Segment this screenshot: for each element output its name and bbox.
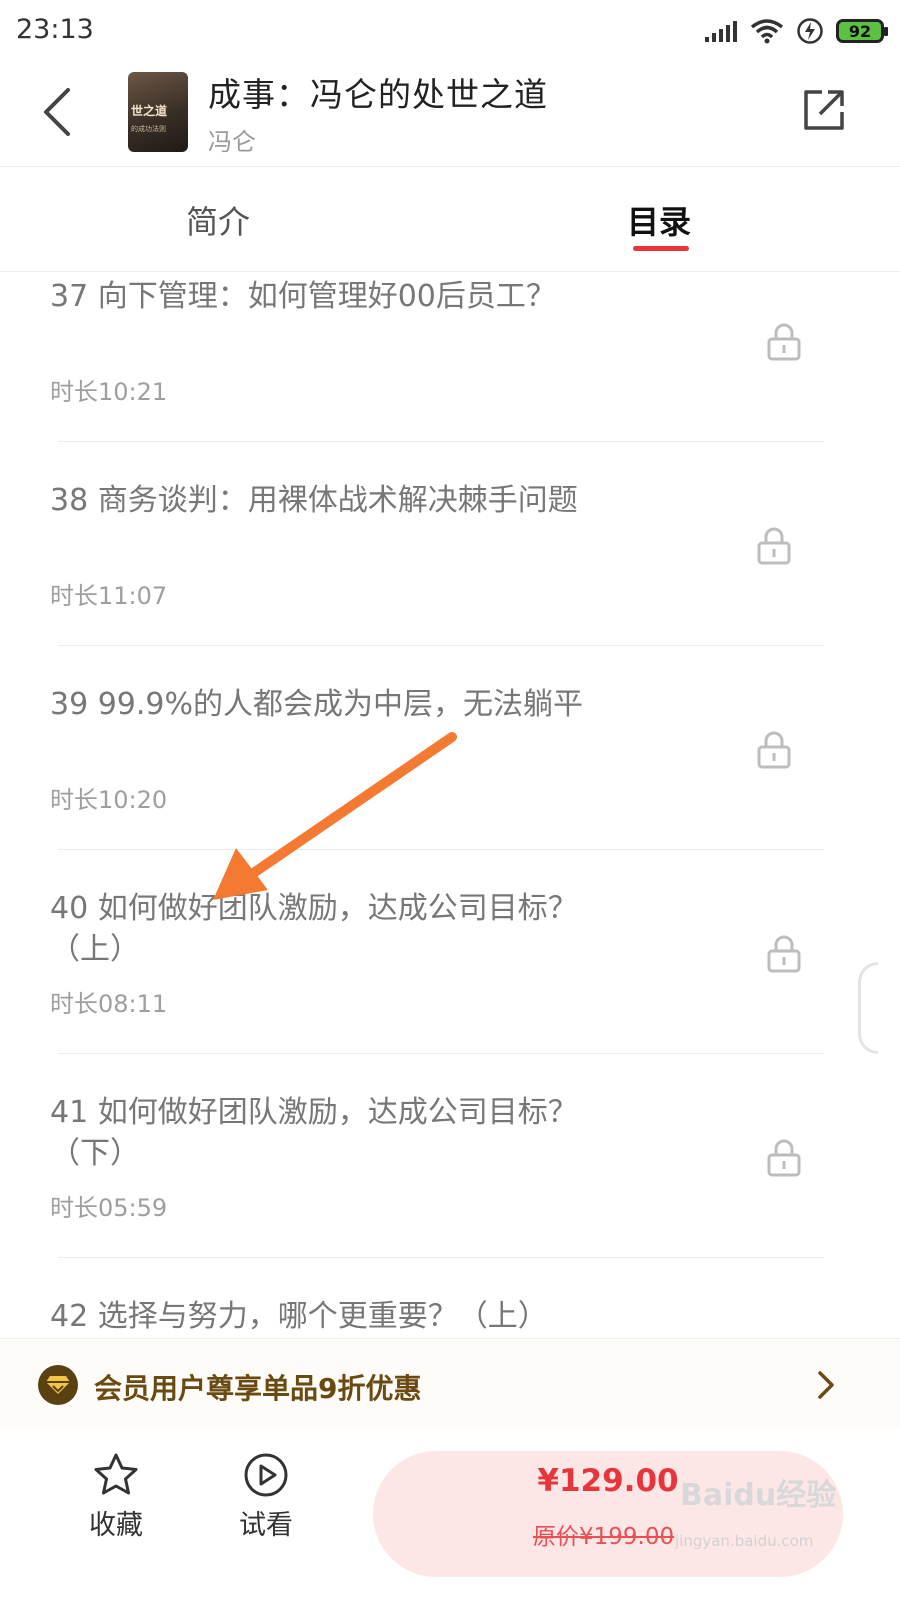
scroll-handle[interactable] (858, 962, 878, 1054)
bottom-bar: 收藏 试看 ¥129.00 原价¥199.00 (0, 1431, 900, 1600)
item-duration: 时长10:21 (50, 378, 168, 406)
star-icon (94, 1453, 138, 1495)
back-button[interactable] (32, 82, 82, 142)
tab-active-indicator (633, 246, 689, 251)
lock-icon (757, 527, 791, 565)
trial-button[interactable]: 试看 (216, 1451, 316, 1542)
favorite-label: 收藏 (89, 1510, 143, 1541)
lock-icon (767, 935, 801, 973)
charging-icon (797, 18, 823, 44)
play-circle-icon (244, 1453, 288, 1497)
back-arrow-icon (44, 88, 70, 136)
list-item[interactable]: 37 向下管理：如何管理好00后员工？ 时长10:21 (0, 272, 900, 476)
battery-icon: 92 (836, 19, 888, 43)
list-item[interactable]: 38 商务谈判：用裸体战术解决棘手问题 时长11:07 (0, 476, 900, 680)
status-icons: 92 (704, 14, 888, 48)
tab-intro[interactable]: 简介 (186, 197, 250, 243)
original-price: 原价¥199.00 (533, 1524, 675, 1550)
tab-catalog[interactable]: 目录 (627, 197, 691, 243)
divider (58, 849, 824, 850)
item-title: 41 如何做好团队激励，达成公司目标？（下） (50, 1095, 578, 1171)
item-duration: 时长08:11 (50, 990, 168, 1018)
chevron-right-icon (818, 1371, 834, 1399)
divider (58, 1257, 824, 1258)
list-item[interactable]: 41 如何做好团队激励，达成公司目标？（下） 时长05:59 (0, 1088, 900, 1292)
cover-title: 世之道 (131, 104, 168, 118)
list-item[interactable]: 40 如何做好团队激励，达成公司目标？（上） 时长08:11 (0, 884, 900, 1088)
divider (58, 441, 824, 442)
item-duration: 时长05:59 (50, 1194, 168, 1222)
vip-diamond-icon (38, 1365, 78, 1405)
signal-icon (705, 21, 737, 42)
book-author: 冯仑 (208, 128, 256, 156)
trial-label: 试看 (239, 1510, 293, 1541)
item-title: 39 99.9%的人都会成为中层，无法躺平 (50, 687, 584, 722)
status-bar: 23:13 92 (0, 0, 900, 60)
book-title: 成事：冯仑的处世之道 (208, 75, 548, 114)
lock-icon (767, 1139, 801, 1177)
status-time: 23:13 (16, 14, 94, 45)
member-discount-bar[interactable]: 会员用户尊享单品9折优惠 (0, 1338, 900, 1432)
list-item[interactable]: 39 99.9%的人都会成为中层，无法躺平 时长10:20 (0, 680, 900, 884)
divider (58, 1053, 824, 1054)
divider (58, 645, 824, 646)
watermark-url: jingyan.baidu.com (675, 1532, 814, 1550)
catalog-list[interactable]: 37 向下管理：如何管理好00后员工？ 时长10:21 38 商务谈判：用裸体战… (0, 272, 900, 1338)
item-title: 37 向下管理：如何管理好00后员工？ (50, 279, 556, 314)
tab-bar: 简介 目录 (0, 167, 900, 272)
item-title: 42 选择与努力，哪个更重要？（上） (50, 1299, 548, 1334)
member-discount-text: 会员用户尊享单品9折优惠 (94, 1372, 422, 1405)
item-title: 38 商务谈判：用裸体战术解决棘手问题 (50, 483, 578, 518)
item-duration: 时长10:20 (50, 786, 168, 814)
lock-icon (767, 323, 801, 361)
header: 世之道 的成功法则 成事：冯仑的处世之道 冯仑 (0, 60, 900, 167)
item-duration: 时长11:07 (50, 582, 168, 610)
watermark-logo: Baidu经验 (680, 1478, 837, 1513)
item-title: 40 如何做好团队激励，达成公司目标？（上） (50, 891, 578, 967)
wifi-icon (750, 19, 784, 44)
lock-icon (757, 731, 791, 769)
share-icon[interactable] (800, 86, 848, 134)
cover-subtitle: 的成功法则 (131, 125, 166, 133)
book-cover[interactable]: 世之道 的成功法则 (128, 72, 188, 152)
list-item[interactable]: 42 选择与努力，哪个更重要？（上） (0, 1292, 900, 1338)
favorite-button[interactable]: 收藏 (66, 1451, 166, 1542)
